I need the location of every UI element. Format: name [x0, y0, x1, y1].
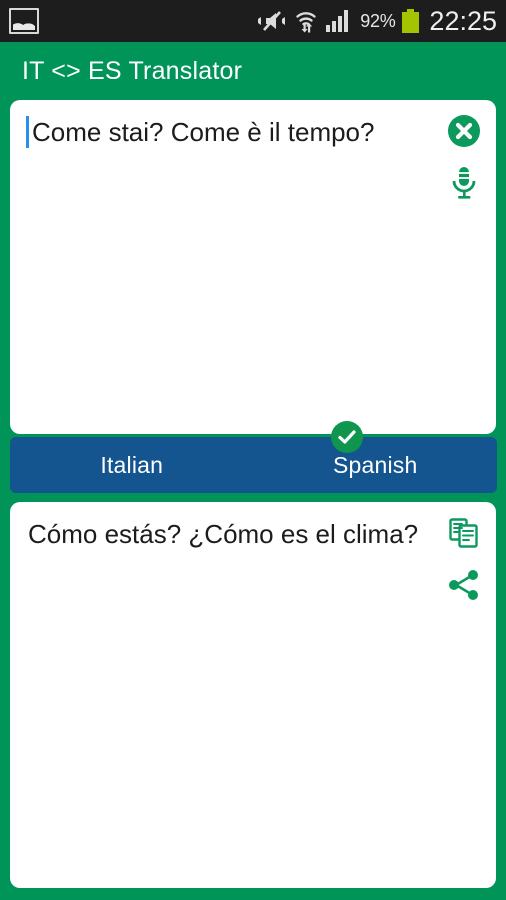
selected-language-badge [331, 421, 364, 453]
status-bar: 92% 22:25 [0, 0, 506, 42]
clear-text-button[interactable] [445, 112, 483, 150]
status-bar-left [0, 8, 257, 34]
screenshot-image-icon [9, 8, 39, 34]
vibrate-mute-icon [258, 11, 286, 31]
source-card-actions [442, 112, 486, 202]
source-language-button[interactable]: Italian [10, 437, 254, 493]
source-text-card[interactable]: Come stai? Come è il tempo? [10, 100, 496, 434]
share-button[interactable] [445, 566, 483, 604]
check-icon [338, 430, 356, 444]
translated-text-card[interactable]: Cómo estás? ¿Cómo es el clima? [10, 502, 496, 888]
battery-icon [402, 9, 420, 33]
target-language-button[interactable]: Spanish [254, 421, 498, 493]
app-bar: IT <> ES Translator [0, 42, 506, 100]
share-icon [449, 570, 478, 600]
copy-button[interactable] [445, 514, 483, 552]
microphone-icon [452, 167, 476, 199]
battery-percent-label: 92% [360, 10, 396, 31]
status-bar-clock: 22:25 [429, 5, 497, 36]
phone-screen: 92% 22:25 IT <> ES Translator Come stai?… [0, 0, 506, 900]
signal-bars-icon [326, 10, 349, 32]
language-selector-bar: Italian Spanish [10, 421, 498, 493]
voice-input-button[interactable] [445, 164, 483, 202]
translated-text: Cómo estás? ¿Cómo es el clima? [28, 519, 419, 549]
close-circle-icon [448, 115, 480, 147]
copy-icon [449, 518, 478, 548]
app-title: IT <> ES Translator [22, 56, 243, 85]
source-language-label: Italian [100, 451, 164, 478]
output-card-actions [442, 514, 486, 604]
status-bar-right: 92% 22:25 [257, 6, 506, 37]
wifi-icon [296, 12, 316, 33]
source-text-input[interactable]: Come stai? Come è il tempo? [26, 116, 434, 148]
target-language-label: Spanish [332, 451, 418, 478]
